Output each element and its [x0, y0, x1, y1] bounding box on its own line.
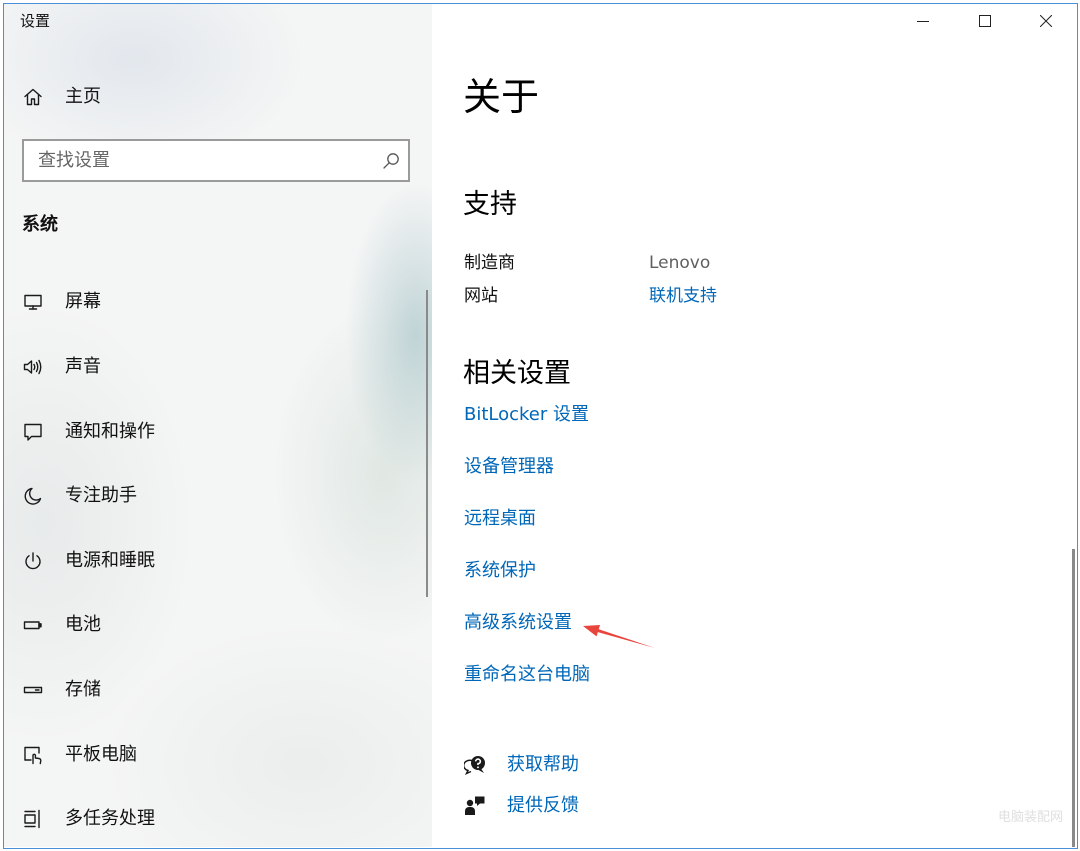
related-settings-heading: 相关设置	[463, 358, 571, 389]
sidebar-item-label: 通知和操作	[65, 421, 155, 442]
sidebar-item-multitasking[interactable]: 多任务处理	[4, 795, 432, 843]
multitasking-icon	[23, 809, 43, 829]
notification-icon	[23, 422, 43, 442]
sidebar-item-tablet[interactable]: 平板电脑	[4, 731, 432, 779]
battery-icon	[23, 615, 43, 635]
system-protection-link[interactable]: 系统保护	[464, 559, 536, 583]
sidebar: 设置 主页 系统 屏幕 声音 通知和操作 专注助手	[4, 4, 432, 847]
close-icon	[1040, 15, 1052, 27]
sidebar-item-focus-assist[interactable]: 专注助手	[4, 472, 432, 520]
search-input[interactable]	[22, 139, 410, 182]
sidebar-item-label: 专注助手	[65, 485, 137, 506]
sidebar-item-label: 多任务处理	[65, 808, 155, 829]
online-support-link[interactable]: 联机支持	[649, 285, 717, 307]
search-icon[interactable]	[382, 152, 400, 170]
sidebar-item-label: 主页	[65, 86, 101, 107]
main-scrollbar[interactable]	[1072, 549, 1075, 847]
rename-pc-link[interactable]: 重命名这台电脑	[464, 663, 590, 687]
device-manager-link[interactable]: 设备管理器	[464, 455, 554, 479]
sidebar-item-home[interactable]: 主页	[4, 73, 432, 121]
manufacturer-value: Lenovo	[649, 253, 711, 273]
sidebar-scrollbar[interactable]	[426, 290, 428, 597]
website-label: 网站	[464, 286, 498, 306]
page-title: 关于	[463, 75, 540, 119]
sidebar-item-storage[interactable]: 存储	[4, 666, 432, 714]
advanced-system-settings-link[interactable]: 高级系统设置	[464, 611, 572, 635]
moon-icon	[23, 486, 43, 506]
sidebar-item-sound[interactable]: 声音	[4, 343, 432, 391]
sidebar-item-label: 电池	[65, 614, 101, 635]
main-content: 关于 支持 制造商 Lenovo 网站 联机支持 相关设置 BitLocker …	[432, 4, 1077, 847]
sound-icon	[23, 357, 43, 377]
sidebar-item-power-sleep[interactable]: 电源和睡眠	[4, 537, 432, 585]
power-icon	[23, 551, 43, 571]
get-help-link[interactable]: 获取帮助	[507, 753, 579, 777]
give-feedback-link[interactable]: 提供反馈	[507, 794, 579, 818]
sidebar-item-label: 屏幕	[65, 291, 101, 312]
maximize-button[interactable]	[962, 5, 1008, 37]
sidebar-item-label: 电源和睡眠	[65, 550, 155, 571]
sidebar-item-label: 平板电脑	[65, 744, 137, 765]
sidebar-item-label: 存储	[65, 679, 101, 700]
sidebar-item-notifications[interactable]: 通知和操作	[4, 408, 432, 456]
watermark: 电脑装配网	[998, 810, 1064, 825]
sidebar-item-display[interactable]: 屏幕	[4, 278, 432, 326]
manufacturer-label: 制造商	[464, 253, 515, 273]
minimize-icon	[917, 21, 929, 22]
close-button[interactable]	[1023, 5, 1069, 37]
storage-icon	[23, 680, 43, 700]
tablet-icon	[23, 745, 43, 765]
app-title: 设置	[20, 12, 51, 30]
home-icon	[23, 87, 43, 107]
sidebar-item-label: 声音	[65, 356, 101, 377]
feedback-icon	[464, 795, 486, 817]
sidebar-section-title: 系统	[22, 214, 58, 235]
display-icon	[23, 292, 43, 312]
support-heading: 支持	[463, 189, 517, 220]
get-help-icon	[464, 754, 486, 776]
sidebar-item-battery[interactable]: 电池	[4, 601, 432, 649]
remote-desktop-link[interactable]: 远程桌面	[464, 507, 536, 531]
bitlocker-settings-link[interactable]: BitLocker 设置	[464, 403, 589, 427]
maximize-icon	[979, 15, 991, 27]
minimize-button[interactable]	[900, 5, 946, 37]
